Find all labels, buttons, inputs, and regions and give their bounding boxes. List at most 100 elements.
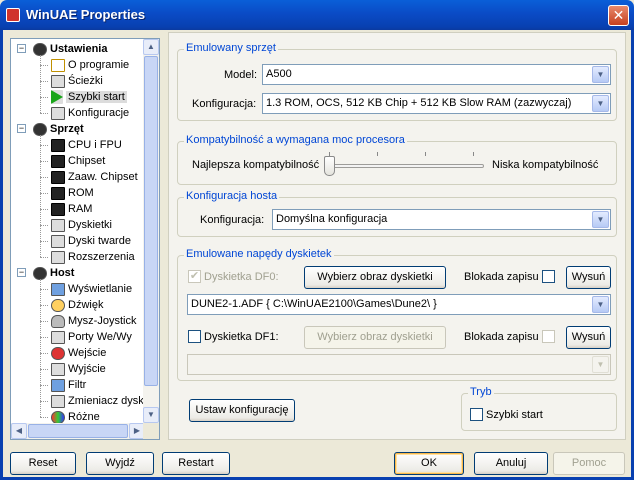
scroll-down-button[interactable]: ▼ [143,407,159,423]
config-label: Konfiguracja: [192,98,257,110]
harddisk-icon [51,234,65,248]
tree-item[interactable]: Ustawienia [33,41,107,57]
hw-config-select[interactable]: 1.3 ROM, OCS, 512 KB Chip + 512 KB Slow … [262,93,611,114]
compat-slider[interactable] [324,152,484,180]
tree-item-label: ROM [68,187,94,199]
chevron-down-icon[interactable]: ▼ [592,211,609,228]
df0-write-protect-label: Blokada zapisu [464,271,539,283]
scroll-up-button[interactable]: ▲ [143,39,159,55]
tree-connector [40,145,48,146]
tree-item[interactable]: Dyskietki [51,217,112,233]
collapse-icon[interactable]: − [17,268,26,277]
chevron-down-icon[interactable]: ▼ [592,66,609,83]
tree-item[interactable]: Zmieniacz dysk [51,393,144,409]
tree-item[interactable]: Dźwięk [51,297,103,313]
slider-thumb[interactable] [324,156,335,176]
df0-eject-button[interactable]: Wysuń [566,266,611,289]
ok-button[interactable]: OK [394,452,464,475]
tree-connector [40,225,48,226]
tree-connector [40,279,41,417]
tree-vertical-scrollbar[interactable]: ▲ ▼ [143,39,159,423]
monitor-icon [51,378,65,392]
collapse-icon[interactable]: − [17,44,26,53]
tree-item[interactable]: Dyski twarde [51,233,131,249]
tree-connector [40,257,48,258]
scroll-thumb[interactable] [144,56,158,386]
disk-swapper-icon [51,394,65,408]
mode-group: Tryb Szybki start [461,386,617,431]
df1-eject-button[interactable]: Wysuń [566,326,611,349]
tree-item-label: Zaaw. Chipset [68,171,138,183]
df1-write-protect-checkbox[interactable] [542,330,555,343]
output-icon [51,362,65,376]
group-title: Kompatybilność a wymagana moc procesora [184,134,407,146]
tree-item[interactable]: ROM [51,185,94,201]
play-icon [51,90,63,105]
chevron-down-icon[interactable]: ▼ [592,356,609,373]
chevron-down-icon[interactable]: ▼ [592,95,609,112]
tree-connector [40,321,48,322]
chevron-down-icon[interactable]: ▼ [592,296,609,313]
df0-write-protect-checkbox[interactable] [542,270,555,283]
tree-connector [40,65,48,66]
compatibility-group: Kompatybilność a wymagana moc procesora … [177,134,617,185]
tree-item-label: O programie [68,59,130,71]
df1-path-select[interactable]: ▼ [187,354,611,375]
tree-items: Ustawienia − O programie Ścieżki Szybki star… [11,39,145,423]
host-config-select[interactable]: Domyślna konfiguracja ▼ [272,209,611,230]
floppy-drives-group: Emulowane napędy dyskietek ✔ Dyskietka D… [177,248,617,381]
tree-item[interactable]: Konfiguracje [51,105,129,121]
tree-item[interactable]: RAM [51,201,92,217]
tree-item-label: Sprzęt [50,123,84,135]
tree-item-label: Zmieniacz dysk [68,395,144,407]
df1-write-protect-label: Blokada zapisu [464,331,539,343]
tree-item-label: Wyjście [68,363,106,375]
help-button[interactable]: Pomoc [553,452,625,475]
scroll-left-button[interactable]: ◀ [11,423,27,439]
tree-item-label: Wyświetlanie [68,283,133,295]
tree-horizontal-scrollbar[interactable]: ◀ ▶ [11,423,145,439]
collapse-icon[interactable]: − [17,124,26,133]
group-title: Emulowane napędy dyskietek [184,248,334,260]
hscroll-thumb[interactable] [28,424,128,438]
df0-path-select[interactable]: DUNE2-1.ADF { C:\WinUAE2100\Games\Dune2\… [187,294,611,315]
tree-item[interactable]: Chipset [51,153,105,169]
host-config-label: Konfiguracja: [200,214,265,226]
df1-checkbox[interactable] [188,330,201,343]
tree-item[interactable]: Mysz-Joystick [51,313,136,329]
window-title: WinUAE Properties [26,7,146,22]
title-bar: WinUAE Properties ✕ [0,0,634,30]
model-select[interactable]: A500 ▼ [262,64,611,85]
cancel-button[interactable]: Anuluj [474,452,548,475]
tree-item[interactable]: Porty We/Wy [51,329,132,345]
df0-checkbox[interactable]: ✔ [188,270,201,283]
close-button[interactable]: ✕ [608,5,629,26]
tree-item[interactable]: Zaaw. Chipset [51,169,138,185]
tree-connector [40,417,48,418]
restart-button[interactable]: Restart [162,452,230,475]
df1-select-image-button[interactable]: Wybierz obraz dyskietki [304,326,446,349]
df0-select-image-button[interactable]: Wybierz obraz dyskietki [304,266,446,289]
reset-button[interactable]: Reset [10,452,76,475]
group-title: Emulowany sprzęt [184,42,278,54]
tree-item[interactable]: Ścieżki [51,73,103,89]
slider-tick [377,152,378,156]
tree-connector [40,385,48,386]
tree-item[interactable]: O programie [51,57,129,73]
tree-item[interactable]: Rozszerzenia [51,249,135,265]
tree-item-label: Dyskietki [68,219,113,231]
quickstart-checkbox[interactable] [470,408,483,421]
tree-item[interactable]: Różne [51,409,100,423]
tree-item[interactable]: Szybki start [51,89,127,105]
tree-item[interactable]: Wyjście [51,361,106,377]
quit-button[interactable]: Wyjdź [86,452,154,475]
group-title: Tryb [468,386,494,398]
tree-item[interactable]: Wyświetlanie [51,281,132,297]
joystick-icon [51,346,65,360]
set-configuration-button[interactable]: Ustaw konfigurację [189,399,295,422]
tree-item[interactable]: Filtr [51,377,86,393]
settings-tree[interactable]: Ustawienia − O programie Ścieżki Szybki star… [10,38,160,440]
tree-item[interactable]: Wejście [51,345,106,361]
tree-item[interactable]: CPU i FPU [51,137,122,153]
scroll-corner [143,423,159,439]
